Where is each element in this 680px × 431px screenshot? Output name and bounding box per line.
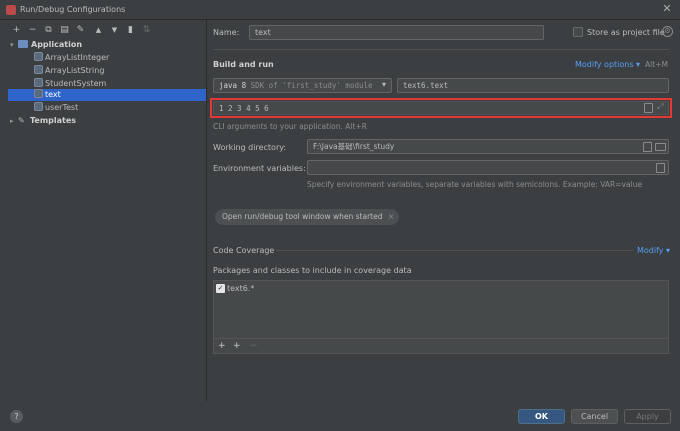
divider <box>276 250 633 251</box>
program-arguments-input[interactable]: 1 2 3 4 5 6 <box>213 101 669 115</box>
java-class-icon <box>34 78 43 87</box>
tree-node-application[interactable]: ▾ Application <box>10 39 206 51</box>
close-chip-icon[interactable]: × <box>388 212 394 221</box>
move-up-icon[interactable]: ▲ <box>93 25 104 36</box>
folder-browse-icon[interactable] <box>655 143 666 151</box>
packages-label: Packages and classes to include in cover… <box>213 266 412 275</box>
coverage-modify-link[interactable]: Modify ▾ <box>637 246 670 255</box>
edit-env-icon[interactable] <box>656 163 665 173</box>
java-class-icon <box>34 89 43 98</box>
wrench-icon: ✎ <box>18 116 25 125</box>
remove-entry-icon[interactable]: − <box>250 341 258 351</box>
java-class-icon <box>34 65 43 74</box>
folder-icon[interactable]: ▮ <box>125 25 136 36</box>
sort-icon[interactable]: ⇅ <box>141 25 152 36</box>
jdk-select[interactable]: java 8 SDK of 'first_study' module <box>213 78 392 93</box>
save-icon[interactable]: ▤ <box>59 25 70 36</box>
modify-options-shortcut: Alt+M <box>645 60 668 69</box>
chevron-down-icon: ▾ <box>10 41 14 49</box>
copy-icon[interactable]: ⧉ <box>43 25 54 36</box>
name-label: Name: <box>213 28 240 37</box>
main-class-input[interactable]: text6.text <box>397 78 669 93</box>
chevron-down-icon: ▾ <box>382 80 387 89</box>
coverage-package-list <box>213 280 669 354</box>
modify-options-link[interactable]: Modify options ▾ <box>575 60 640 69</box>
ok-button[interactable]: OK <box>518 409 565 424</box>
expand-arrows-icon[interactable]: ⤢ <box>657 102 663 112</box>
move-down-icon[interactable]: ▼ <box>109 25 120 36</box>
apply-button[interactable]: Apply <box>624 409 671 424</box>
build-and-run-title: Build and run <box>213 60 274 69</box>
macro-icon[interactable] <box>643 142 652 152</box>
help-icon[interactable]: ? <box>10 410 23 423</box>
environment-variables-label: Environment variables: <box>213 164 306 173</box>
tree-node-templates[interactable]: ▸ ✎ Templates <box>10 115 206 127</box>
store-as-project-label: Store as project file <box>587 28 665 37</box>
package-checkbox[interactable]: ✓ <box>216 284 225 293</box>
divider <box>214 338 668 339</box>
intellij-app-icon <box>6 5 16 15</box>
name-input[interactable]: text <box>249 25 544 40</box>
expand-field-icon[interactable] <box>644 103 653 113</box>
divider <box>213 49 669 50</box>
close-icon[interactable]: ✕ <box>660 2 674 16</box>
code-coverage-title: Code Coverage <box>213 246 275 255</box>
chevron-right-icon: ▸ <box>10 117 14 125</box>
add-icon[interactable]: + <box>11 25 22 36</box>
java-class-icon <box>34 102 43 111</box>
working-directory-input[interactable]: F:\Java基础\first_study <box>307 139 669 154</box>
add-class-icon[interactable]: + <box>218 341 226 351</box>
environment-variables-hint: Specify environment variables, separate … <box>307 180 643 189</box>
java-class-icon <box>34 52 43 61</box>
wrench-icon[interactable]: ✎ <box>75 25 86 36</box>
cli-hint: CLI arguments to your application. Alt+R <box>213 122 367 131</box>
store-as-project-checkbox[interactable] <box>573 27 583 37</box>
package-item: text6.* <box>227 284 255 293</box>
application-folder-icon <box>18 40 28 48</box>
environment-variables-input[interactable] <box>307 160 669 175</box>
working-directory-label: Working directory: <box>213 143 287 152</box>
tree-item[interactable]: userTest <box>34 102 207 114</box>
add-package-icon[interactable]: + <box>233 341 241 351</box>
open-tool-window-chip[interactable]: Open run/debug tool window when started … <box>215 209 399 225</box>
settings-gear-icon[interactable]: ⚙ <box>662 26 673 37</box>
tree-item[interactable]: ArrayListString <box>34 65 207 77</box>
window-title: Run/Debug Configurations <box>20 5 126 14</box>
remove-icon[interactable]: − <box>27 25 38 36</box>
cancel-button[interactable]: Cancel <box>571 409 618 424</box>
tree-item-selected[interactable]: text <box>8 89 206 101</box>
tree-item[interactable]: ArrayListInteger <box>34 52 207 64</box>
